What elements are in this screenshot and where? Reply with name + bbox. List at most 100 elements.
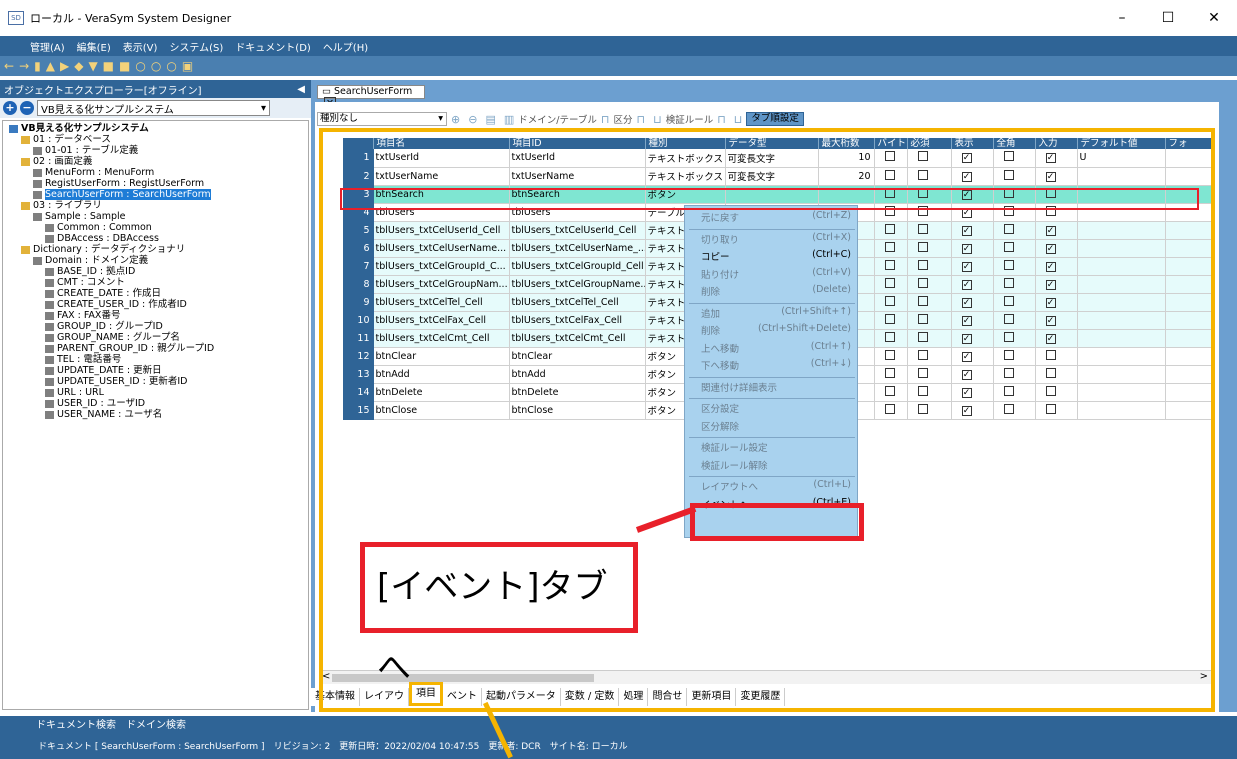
delete-row-icon[interactable]: ⊖ (468, 113, 477, 126)
grid-toolbar: 種別なし ▾ ⊕ ⊖ ▤ ▥ ドメイン/テーブル ⊓ 区分 ⊓ ⊔ 検証ルール … (317, 110, 804, 128)
tree-node[interactable]: 03 : ライブラリ (21, 200, 102, 211)
document-tab[interactable]: ▭ SearchUserForm ✕ (317, 85, 425, 110)
explorer-tree: VB見える化サンプルシステム 01 : データベース 01-01 : テーブル定義 0… (2, 120, 309, 710)
tree-node[interactable]: FAX : FAX番号 (45, 310, 120, 321)
tree-node[interactable]: CREATE_USER_ID : 作成者ID (45, 299, 187, 310)
menu-item-3[interactable]: システム(S) (169, 39, 223, 54)
collapse-panel-icon[interactable]: ◀ (297, 84, 305, 95)
tree-node-label: USER_NAME : ユーザ名 (57, 409, 163, 420)
tree-node-icon (21, 201, 30, 210)
toolbar-icon-8[interactable]: ■ (119, 59, 130, 73)
toolbar-icon-0[interactable]: ← (4, 59, 14, 73)
toolbar-icon-3[interactable]: ▲ (46, 59, 55, 73)
tree-node[interactable]: UPDATE_USER_ID : 更新者ID (45, 376, 187, 387)
tree-node[interactable]: MenuForm : MenuForm (33, 167, 154, 178)
toolbar-icon-4[interactable]: ▶ (60, 59, 69, 73)
tree-node[interactable]: URL : URL (45, 387, 104, 398)
tree-node-icon (45, 377, 54, 386)
tree-node-icon (21, 245, 30, 254)
toolbar-icon-9[interactable]: ○ (135, 59, 145, 73)
tree-node-label: USER_ID : ユーザID (57, 398, 146, 409)
tree-node-icon (33, 190, 42, 199)
lock-icon[interactable]: ⊓ (637, 113, 646, 126)
tree-node-icon (33, 168, 42, 177)
menu-item-1[interactable]: 編集(E) (77, 39, 111, 54)
domain-table-button[interactable]: ドメイン/テーブル (518, 112, 597, 126)
tree-node[interactable]: Common : Common (45, 222, 152, 233)
tree-node-label: GROUP_NAME : グループ名 (57, 332, 180, 343)
tab-order-button[interactable]: タブ順設定 (746, 112, 804, 126)
system-select-value: VB見える化サンプルシステム (41, 104, 174, 116)
validation-button[interactable]: 検証ルール (666, 112, 714, 126)
window-title: ローカル - VeraSym System Designer (30, 12, 232, 25)
tree-node[interactable]: Domain : ドメイン定義 (33, 255, 148, 266)
tree-node-icon (45, 289, 54, 298)
tree-node[interactable]: GROUP_ID : グループID (45, 321, 163, 332)
tree-node-label: PARENT_GROUP_ID : 親グループID (57, 343, 215, 354)
tree-node[interactable]: SearchUserForm : SearchUserForm (33, 189, 211, 200)
tree-node-icon (45, 300, 54, 309)
search-links-bar[interactable]: ドキュメント検索 ドメイン検索 (0, 716, 1237, 736)
toolbar-icon-1[interactable]: → (19, 59, 29, 73)
add-row-icon[interactable]: ⊕ (451, 113, 460, 126)
toolbar: ← → ▮ ▲ ▶ ◆ ▼ ■ ■ ○ ○ ○ ▣ (0, 56, 1237, 76)
tree-node-label: Common : Common (57, 222, 152, 233)
tree-node-label: CMT : コメント (57, 277, 125, 288)
system-select[interactable]: VB見える化サンプルシステム ▾ (37, 100, 270, 116)
tree-node[interactable]: PARENT_GROUP_ID : 親グループID (45, 343, 214, 354)
tree-node-label: 01 : データベース (33, 134, 111, 145)
dropdown-arrow-icon: ▾ (438, 113, 443, 124)
minimize-button[interactable]: – (1099, 0, 1145, 36)
tree-node[interactable]: CMT : コメント (45, 277, 125, 288)
tree-node[interactable]: BASE_ID : 拠点ID (45, 266, 135, 277)
type-filter-select[interactable]: 種別なし ▾ (317, 112, 447, 126)
close-button[interactable]: ✕ (1191, 0, 1237, 36)
toolbar-icon-10[interactable]: ○ (151, 59, 161, 73)
tree-node-label: UPDATE_USER_ID : 更新者ID (57, 376, 188, 387)
tree-node-icon (45, 366, 54, 375)
tree-node[interactable]: 01 : データベース (21, 134, 111, 145)
tree-node[interactable]: Dictionary : データディクショナリ (21, 244, 185, 255)
unlock-icon[interactable]: ⊔ (653, 113, 662, 126)
tree-node[interactable]: Sample : Sample (33, 211, 125, 222)
remove-icon[interactable]: − (20, 101, 34, 115)
toolbar-icon-12[interactable]: ▣ (182, 59, 193, 73)
tree-node-icon (45, 388, 54, 397)
toolbar-icon-6[interactable]: ▼ (88, 59, 97, 73)
menu-item-0[interactable]: 管理(A) (30, 39, 65, 54)
tree-node[interactable]: USER_ID : ユーザID (45, 398, 145, 409)
tree-node-label: FAX : FAX番号 (57, 310, 121, 321)
explorer-header: オブジェクトエクスプローラー[オフライン] ◀ (0, 80, 311, 98)
tree-node[interactable]: USER_NAME : ユーザ名 (45, 409, 162, 420)
list-icon[interactable]: ▥ (504, 113, 514, 126)
toolbar-icon-2[interactable]: ▮ (34, 59, 41, 73)
lock-icon[interactable]: ⊓ (601, 113, 610, 126)
tree-node[interactable]: DBAccess : DBAccess (45, 233, 159, 244)
tree-node-icon (45, 234, 54, 243)
add-icon[interactable]: + (3, 101, 17, 115)
tree-node[interactable]: 01-01 : テーブル定義 (33, 145, 138, 156)
menu-item-4[interactable]: ドキュメント(D) (235, 39, 311, 54)
document-tab-label: SearchUserForm (334, 86, 413, 97)
unlock-icon[interactable]: ⊔ (734, 113, 743, 126)
tree-node-label: 01-01 : テーブル定義 (45, 145, 139, 156)
tree-node[interactable]: GROUP_NAME : グループ名 (45, 332, 180, 343)
tree-node-label: SearchUserForm : SearchUserForm (45, 189, 211, 200)
tree-node[interactable]: 02 : 画面定義 (21, 156, 92, 167)
tree-node[interactable]: TEL : 電話番号 (45, 354, 121, 365)
toolbar-icon-7[interactable]: ■ (103, 59, 114, 73)
tree-node[interactable]: CREATE_DATE : 作成日 (45, 288, 161, 299)
tree-node[interactable]: VB見える化サンプルシステム (9, 123, 149, 134)
toolbar-icon-5[interactable]: ◆ (74, 59, 83, 73)
menu-item-5[interactable]: ヘルプ(H) (323, 39, 368, 54)
lock-icon[interactable]: ⊓ (717, 113, 726, 126)
menu-item-2[interactable]: 表示(V) (123, 39, 158, 54)
tree-node[interactable]: RegistUserForm : RegistUserForm (33, 178, 204, 189)
maximize-button[interactable]: ☐ (1145, 0, 1191, 36)
category-button[interactable]: 区分 (613, 112, 632, 126)
tree-node-label: Domain : ドメイン定義 (45, 255, 149, 266)
insert-icon[interactable]: ▤ (485, 113, 495, 126)
tree-node-icon (45, 344, 54, 353)
toolbar-icon-11[interactable]: ○ (166, 59, 176, 73)
tree-node[interactable]: UPDATE_DATE : 更新日 (45, 365, 162, 376)
